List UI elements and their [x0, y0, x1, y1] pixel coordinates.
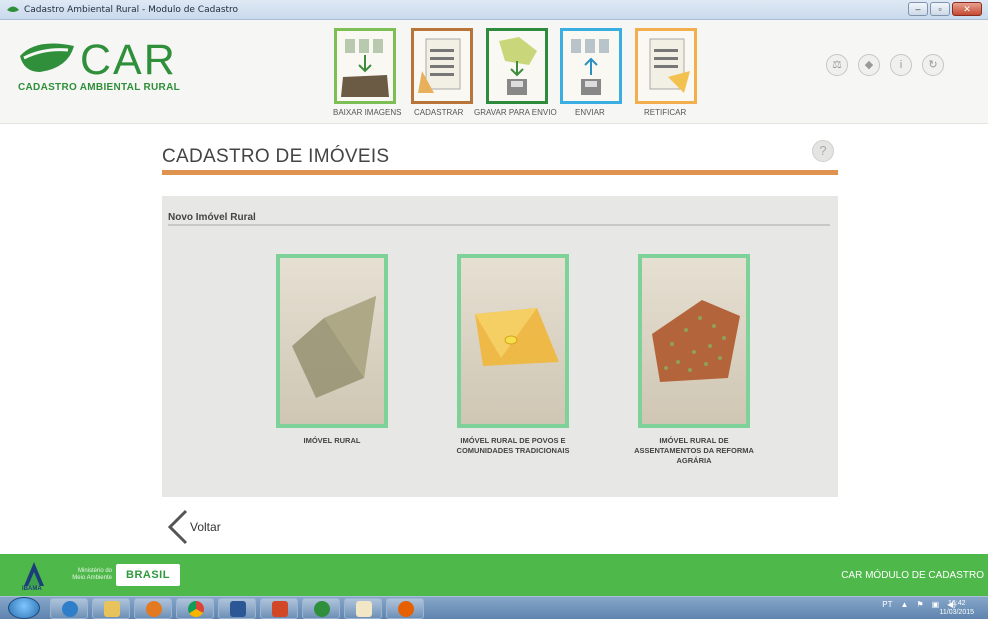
back-button[interactable]: Voltar — [166, 509, 221, 545]
powerpoint-icon[interactable] — [260, 598, 298, 619]
taskbar: PT ▲ ⚑ ▣ ◀) 16:42 11/03/2015 — [0, 596, 988, 619]
network-icon[interactable]: ▣ — [932, 600, 940, 609]
maximize-button[interactable]: ▫ — [930, 2, 950, 16]
clock[interactable]: 16:42 11/03/2015 — [939, 599, 974, 617]
logo-subtitle: CADASTRO AMBIENTAL RURAL — [18, 82, 181, 93]
chevron-left-icon — [167, 509, 188, 545]
card-imovel-rural[interactable] — [276, 254, 388, 428]
layers-icon[interactable]: ◆ — [858, 54, 880, 76]
tray-expand-icon[interactable]: ▲ — [901, 600, 909, 609]
brasil-label: BRASIL — [126, 569, 170, 581]
internet-explorer-icon[interactable] — [50, 598, 88, 619]
card-povos-comunidades-label: IMÓVEL RURAL DE POVOS E COMUNIDADES TRAD… — [456, 436, 570, 455]
firefox-icon[interactable] — [386, 598, 424, 619]
traditional-communities-polygon-icon — [475, 308, 559, 366]
close-button[interactable]: ✕ — [952, 2, 982, 16]
card-povos-comunidades[interactable] — [457, 254, 569, 428]
download-images-icon — [341, 39, 389, 97]
scale-icon[interactable]: ⚖ — [826, 54, 848, 76]
window-title: Cadastro Ambiental Rural - Modulo de Cad… — [24, 4, 239, 15]
rural-property-polygon-icon — [292, 296, 376, 398]
flag-icon[interactable]: ⚑ — [916, 600, 923, 609]
cadastrar-label: CADASTRAR — [414, 108, 464, 117]
logo-name: CAR — [80, 36, 177, 84]
help-icon[interactable]: ? — [812, 140, 834, 162]
car-app-icon — [7, 6, 19, 12]
card-assentamentos-label: IMÓVEL RURAL DE ASSENTAMENTOS DA REFORMA… — [634, 436, 754, 465]
info-icon[interactable]: i — [890, 54, 912, 76]
language-indicator[interactable]: PT — [882, 600, 892, 609]
retificar-button[interactable] — [635, 28, 697, 104]
card-imovel-rural-label: IMÓVEL RURAL — [303, 436, 361, 445]
register-document-icon — [418, 38, 461, 93]
card-assentamentos[interactable] — [638, 254, 750, 428]
window-title-bar: Cadastro Ambiental Rural - Modulo de Cad… — [0, 0, 988, 20]
ibama-label: IBAMA — [22, 586, 42, 592]
word-icon[interactable] — [218, 598, 256, 619]
retificar-label: RETIFICAR — [644, 108, 687, 117]
module-label: CAR MÓDULO DE CADASTRO — [841, 570, 984, 581]
page-title: CADASTRO DE IMÓVEIS — [162, 146, 390, 167]
land-reform-settlement-polygon-icon — [652, 300, 740, 382]
paint-icon[interactable] — [344, 598, 382, 619]
title-divider — [162, 170, 838, 175]
gravar-para-envio-button[interactable] — [486, 28, 548, 104]
refresh-icon[interactable]: ↻ — [922, 54, 944, 76]
clock-time: 16:42 — [947, 600, 966, 607]
baixar-imagens-label: BAIXAR IMAGENS — [333, 108, 402, 117]
app-header: CAR CADASTRO AMBIENTAL RURAL BAIXAR IMAG… — [0, 20, 988, 124]
ministry-label: Ministério do Meio Ambiente — [72, 568, 112, 581]
car-app-taskbar-icon[interactable] — [302, 598, 340, 619]
rectify-document-icon — [649, 38, 690, 93]
minimize-button[interactable]: – — [908, 2, 928, 16]
back-label: Voltar — [190, 520, 221, 534]
start-button[interactable] — [8, 597, 40, 619]
file-explorer-icon[interactable] — [92, 598, 130, 619]
new-property-panel: Novo Imóvel Rural IMÓVEL RURAL IMÓVEL RU… — [162, 196, 838, 497]
baixar-imagens-button[interactable] — [334, 28, 396, 104]
chrome-icon[interactable] — [176, 598, 214, 619]
enviar-button[interactable] — [560, 28, 622, 104]
media-player-icon[interactable] — [134, 598, 172, 619]
gravar-para-envio-label: GRAVAR PARA ENVIO — [474, 108, 557, 117]
clock-date: 11/03/2015 — [939, 609, 974, 616]
panel-divider — [168, 224, 830, 226]
panel-heading: Novo Imóvel Rural — [168, 212, 256, 223]
save-for-sending-icon — [499, 37, 537, 95]
app-footer: IBAMA Ministério do Meio Ambiente BRASIL… — [0, 554, 988, 596]
leaf-logo-icon — [20, 43, 74, 72]
send-upload-icon — [571, 39, 609, 95]
cadastrar-button[interactable] — [411, 28, 473, 104]
brasil-logo: BRASIL — [116, 564, 180, 586]
enviar-label: ENVIAR — [575, 108, 605, 117]
